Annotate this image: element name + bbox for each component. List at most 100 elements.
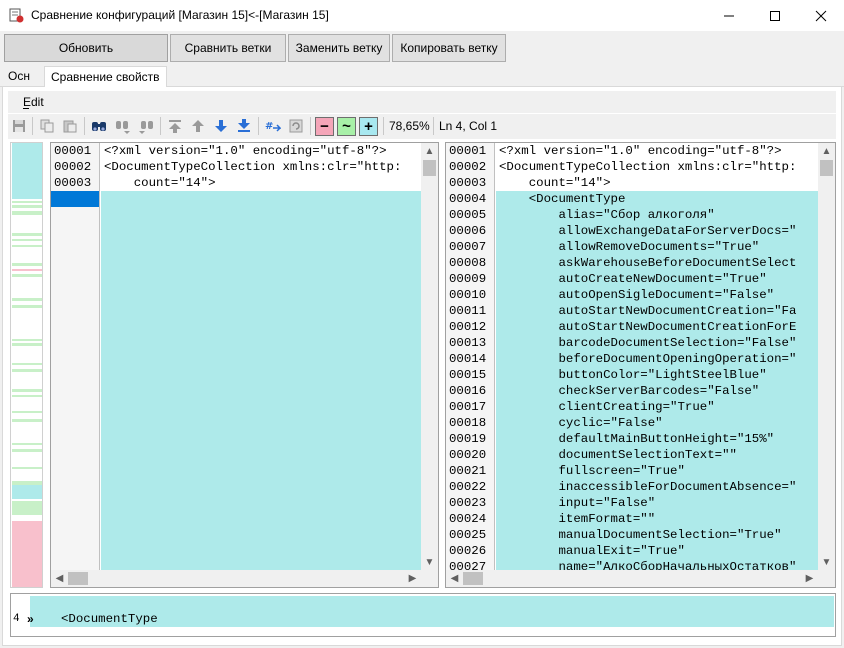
compare-branches-button[interactable]: Сравнить ветки: [170, 34, 286, 62]
code-line[interactable]: allowExchangeDataForServerDocs=": [499, 223, 820, 239]
line-number: 00025: [449, 528, 487, 542]
close-icon: [815, 10, 827, 21]
scroll-corner: [818, 570, 835, 587]
code-line[interactable]: manualDocumentSelection="True": [499, 527, 820, 543]
code-line[interactable]: <DocumentType: [499, 191, 820, 207]
scroll-thumb[interactable]: [820, 160, 833, 176]
detail-line-text: <DocumentType: [61, 612, 158, 626]
overview-marker: [12, 233, 42, 236]
toolbar-separator: [32, 117, 33, 135]
overview-marker: [12, 411, 42, 413]
scroll-down-arrow[interactable]: ▼: [421, 554, 438, 571]
code-line[interactable]: cyclic="False": [499, 415, 820, 431]
right-vertical-scrollbar[interactable]: ▲ ▼: [818, 143, 835, 571]
toolbar-separator: [310, 117, 311, 135]
code-line[interactable]: itemFormat="": [499, 511, 820, 527]
code-line[interactable]: autoCreateNewDocument="True": [499, 271, 820, 287]
code-line[interactable]: allowRemoveDocuments="True": [499, 239, 820, 255]
code-line[interactable]: askWarehouseBeforeDocumentSelect: [499, 255, 820, 271]
replace-branch-button[interactable]: Заменить ветку: [288, 34, 390, 62]
maximize-icon: [770, 10, 780, 21]
code-line[interactable]: defaultMainButtonHeight="15%": [499, 431, 820, 447]
prev-diff-icon[interactable]: [190, 118, 206, 134]
overview-marker: [12, 269, 42, 271]
code-line[interactable]: manualExit="True": [499, 543, 820, 559]
scroll-thumb[interactable]: [423, 160, 436, 176]
code-line[interactable]: count="14">: [104, 175, 423, 191]
save-icon[interactable]: [11, 118, 27, 134]
code-line[interactable]: inaccessibleForDocumentAbsence=": [499, 479, 820, 495]
copy-icon[interactable]: [39, 118, 55, 134]
left-editor-pane[interactable]: 00001 <?xml version="1.0" encoding="utf-8…: [50, 142, 439, 588]
last-diff-icon[interactable]: [236, 118, 252, 134]
refresh-button[interactable]: Обновить: [4, 34, 168, 62]
right-horizontal-scrollbar[interactable]: ◀ ▶: [446, 570, 818, 587]
left-vertical-scrollbar[interactable]: ▲ ▼: [421, 143, 438, 571]
overview-marker: [12, 211, 42, 215]
code-line[interactable]: beforeDocumentOpeningOperation=": [499, 351, 820, 367]
code-line[interactable]: autoOpenSigleDocument="False": [499, 287, 820, 303]
detail-line-marker: »: [27, 612, 34, 626]
copy-branch-button[interactable]: Копировать ветку: [392, 34, 506, 62]
code-line[interactable]: autoStartNewDocumentCreation="Fa: [499, 303, 820, 319]
line-number: 00016: [449, 384, 487, 398]
diff-tilde-label: ~: [342, 118, 351, 135]
menu-edit[interactable]: Edit: [23, 95, 44, 109]
refresh-icon[interactable]: [288, 118, 304, 134]
scroll-down-arrow[interactable]: ▼: [818, 554, 835, 571]
scroll-thumb[interactable]: [68, 572, 88, 585]
overview-marker: [12, 343, 42, 346]
scroll-left-arrow[interactable]: ◀: [446, 570, 463, 587]
code-line[interactable]: autoStartNewDocumentCreationForE: [499, 319, 820, 335]
left-horizontal-scrollbar[interactable]: ◀ ▶: [51, 570, 421, 587]
toolbar-separator: [160, 117, 161, 135]
toolbar-separator: [433, 117, 434, 135]
code-line[interactable]: <?xml version="1.0" encoding="utf-8"?>: [499, 143, 820, 159]
overview-marker: [12, 449, 42, 452]
first-diff-icon[interactable]: [167, 118, 183, 134]
line-number: 00020: [449, 448, 487, 462]
line-number: 00015: [449, 368, 487, 382]
goto-line-icon[interactable]: #: [265, 118, 281, 134]
tab-compare-properties[interactable]: Сравнение свойств: [44, 66, 167, 88]
code-line[interactable]: checkServerBarcodes="False": [499, 383, 820, 399]
left-code-area[interactable]: [101, 143, 422, 571]
overview-added-block: [12, 143, 42, 199]
diff-changed-button[interactable]: ~: [337, 117, 356, 136]
next-diff-icon[interactable]: [213, 118, 229, 134]
scroll-thumb[interactable]: [463, 572, 483, 585]
code-line[interactable]: clientCreating="True": [499, 399, 820, 415]
find-next-icon[interactable]: [115, 118, 131, 134]
diff-removed-button[interactable]: −: [315, 117, 334, 136]
diff-added-button[interactable]: +: [359, 117, 378, 136]
code-line[interactable]: input="False": [499, 495, 820, 511]
code-line[interactable]: fullscreen="True": [499, 463, 820, 479]
code-line[interactable]: count="14">: [499, 175, 820, 191]
code-line[interactable]: <?xml version="1.0" encoding="utf-8"?>: [104, 143, 423, 159]
scroll-left-arrow[interactable]: ◀: [51, 570, 68, 587]
code-line[interactable]: barcodeDocumentSelection="False": [499, 335, 820, 351]
code-line[interactable]: <DocumentTypeCollection xmlns:clr="http:: [499, 159, 820, 175]
scroll-up-arrow[interactable]: ▲: [421, 143, 438, 160]
scroll-right-arrow[interactable]: ▶: [404, 570, 421, 587]
overview-marker: [12, 305, 42, 308]
scroll-right-arrow[interactable]: ▶: [801, 570, 818, 587]
code-line[interactable]: documentSelectionText="": [499, 447, 820, 463]
line-number: 00017: [449, 400, 487, 414]
line-number: 00024: [449, 512, 487, 526]
right-editor-pane[interactable]: 00001 <?xml version="1.0" encoding="utf-8…: [445, 142, 836, 588]
code-line[interactable]: alias="Сбор алкоголя": [499, 207, 820, 223]
diff-overview-strip[interactable]: [10, 142, 43, 588]
paste-icon[interactable]: [62, 118, 78, 134]
scroll-up-arrow[interactable]: ▲: [818, 143, 835, 160]
minimize-button[interactable]: [706, 0, 752, 31]
code-line[interactable]: buttonColor="LightSteelBlue": [499, 367, 820, 383]
tab-osn[interactable]: Осн: [2, 66, 36, 87]
find-icon[interactable]: [91, 118, 107, 134]
detail-line-number: 4: [13, 613, 20, 625]
close-button[interactable]: [798, 0, 844, 31]
find-prev-icon[interactable]: [138, 118, 154, 134]
maximize-button[interactable]: [752, 0, 798, 31]
overview-marker: [12, 467, 42, 469]
code-line[interactable]: <DocumentTypeCollection xmlns:clr="http:: [104, 159, 423, 175]
